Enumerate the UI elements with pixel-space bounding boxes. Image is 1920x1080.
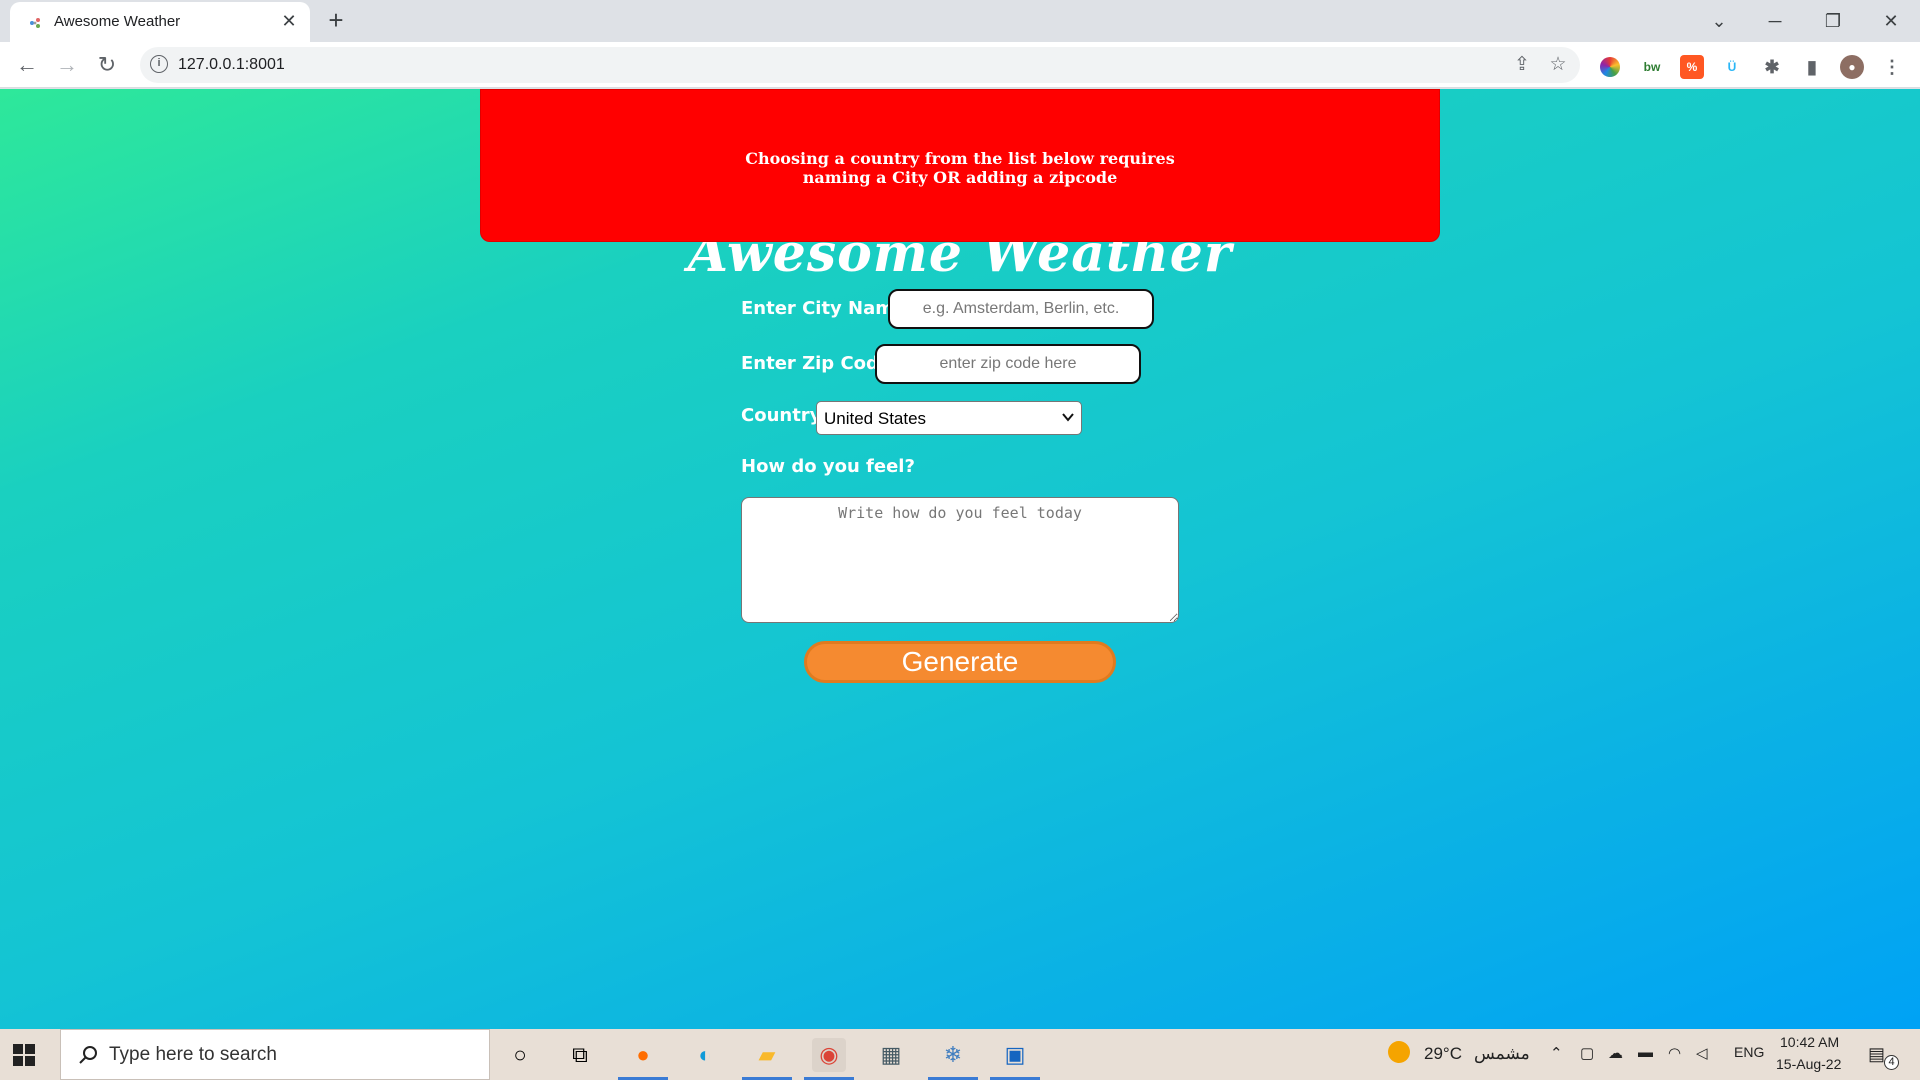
volume-icon[interactable]: ◁ [1696, 1044, 1708, 1062]
tab-search-chevron-icon[interactable]: ⌄ [1704, 6, 1734, 36]
address-url[interactable]: 127.0.0.1:8001 [178, 56, 285, 74]
windows-taskbar: Type here to search ○ ⧉ ● ◐ ▰ ◉ ▦ ❄ ▣ 29… [0, 1029, 1920, 1080]
alert-line-1: Choosing a country from the list below r… [745, 149, 1175, 168]
app-snowflake-icon[interactable]: ❄ [936, 1038, 970, 1072]
task-view-icon[interactable]: ⧉ [563, 1038, 597, 1072]
remote-desktop-icon[interactable]: ▣ [998, 1038, 1032, 1072]
menu-kebab-icon[interactable]: ⋮ [1880, 55, 1904, 79]
tab-title: Awesome Weather [54, 13, 181, 30]
address-bar[interactable]: i 127.0.0.1:8001 ⇪ ☆ [140, 47, 1580, 83]
percent-extension-icon[interactable]: % [1680, 55, 1704, 79]
city-label: Enter City Name [741, 298, 907, 319]
reload-icon[interactable]: ↻ [92, 50, 122, 80]
forward-icon[interactable]: → [52, 50, 82, 80]
meet-icon[interactable]: ▢ [1580, 1044, 1594, 1062]
onedrive-icon[interactable]: ☁ [1608, 1044, 1623, 1062]
firefox-icon[interactable]: ● [626, 1038, 660, 1072]
windows-start-icon[interactable] [10, 1041, 38, 1069]
weather-favicon-icon [30, 18, 40, 28]
error-alert: Choosing a country from the list below r… [480, 89, 1440, 242]
generate-button[interactable]: Generate [804, 641, 1116, 683]
zip-input[interactable] [875, 344, 1141, 384]
notification-icon[interactable]: ▤ [1868, 1044, 1885, 1065]
cortana-icon[interactable]: ○ [503, 1038, 537, 1072]
alert-message: Choosing a country from the list below r… [481, 149, 1439, 187]
notification-count: 4 [1884, 1055, 1899, 1070]
side-panel-icon[interactable]: ▮ [1800, 55, 1824, 79]
bookmark-star-icon[interactable]: ☆ [1546, 53, 1570, 77]
back-icon[interactable]: ← [12, 50, 42, 80]
feel-textarea[interactable] [741, 497, 1179, 623]
edge-icon[interactable]: ◐ [688, 1038, 722, 1072]
share-icon[interactable]: ⇪ [1510, 53, 1534, 77]
extensions-puzzle-icon[interactable]: ✱ [1760, 55, 1784, 79]
feel-label: How do you feel? [741, 456, 915, 477]
search-icon [79, 1046, 97, 1064]
country-select[interactable]: United States [816, 401, 1082, 435]
taskbar-search[interactable]: Type here to search [60, 1029, 490, 1080]
browser-toolbar: ← → ↻ i 127.0.0.1:8001 ⇪ ☆ [0, 42, 1920, 88]
battery-icon[interactable]: ▬ [1638, 1044, 1653, 1061]
clock-date[interactable]: 15-Aug-22 [1776, 1056, 1841, 1072]
close-tab-icon[interactable]: ✕ [278, 10, 300, 32]
country-select-value: United States [824, 409, 927, 428]
bw-extension-icon[interactable]: bw [1640, 55, 1664, 79]
calculator-icon[interactable]: ▦ [874, 1038, 908, 1072]
file-explorer-icon[interactable]: ▰ [750, 1038, 784, 1072]
tab-strip: Awesome Weather ✕ + ⌄ ─ ❐ ✕ [0, 0, 1920, 42]
weather-text[interactable]: مشمس [1474, 1044, 1530, 1064]
site-info-icon[interactable]: i [150, 55, 168, 73]
restore-icon[interactable]: ❐ [1818, 6, 1848, 36]
alert-line-2: naming a City OR adding a zipcode [802, 168, 1118, 187]
profile-avatar[interactable]: ● [1840, 55, 1864, 79]
city-input[interactable] [888, 289, 1154, 329]
chrome-icon[interactable]: ◉ [812, 1038, 846, 1072]
new-tab-button[interactable]: + [322, 7, 350, 35]
language-indicator[interactable]: ENG [1734, 1044, 1764, 1060]
color-picker-extension-icon[interactable] [1600, 57, 1620, 77]
cup-extension-icon[interactable]: Ü [1720, 55, 1744, 79]
minimize-icon[interactable]: ─ [1760, 6, 1790, 36]
page-viewport: Awesome Weather Choosing a country from … [0, 89, 1920, 1029]
search-placeholder: Type here to search [109, 1044, 277, 1065]
weather-sun-icon[interactable] [1388, 1041, 1410, 1063]
wifi-icon[interactable]: ◠ [1668, 1044, 1681, 1062]
weather-temp[interactable]: 29°C [1424, 1044, 1462, 1064]
country-label: Country [741, 405, 822, 426]
show-hidden-icons-icon[interactable]: ⌃ [1550, 1044, 1563, 1062]
browser-tab[interactable]: Awesome Weather ✕ [10, 2, 310, 42]
close-window-icon[interactable]: ✕ [1876, 6, 1906, 36]
zip-label: Enter Zip Code [741, 353, 892, 374]
clock-time[interactable]: 10:42 AM [1780, 1034, 1839, 1050]
chevron-down-icon [1062, 413, 1074, 422]
